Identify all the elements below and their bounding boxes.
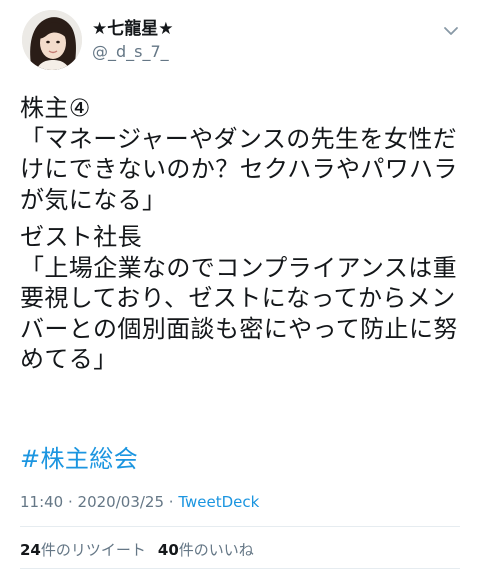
avatar[interactable] — [22, 10, 82, 70]
display-name[interactable]: ★七龍星★ — [92, 18, 173, 40]
divider — [20, 526, 460, 527]
tweet-header: ★七龍星★ @_d_s_7_ — [22, 10, 462, 70]
date-separator: · — [63, 493, 78, 511]
likes-count: 40 — [157, 541, 179, 559]
date-separator: · — [164, 493, 179, 511]
tweet-source-link[interactable]: TweetDeck — [178, 493, 259, 511]
hashtag-link[interactable]: #株主総会 — [20, 444, 138, 474]
chevron-down-icon[interactable] — [440, 20, 462, 42]
tweet-paragraph: 株主④ 「マネージャーやダンスの先生を女性だけにできないのか？セクハラやパワハラ… — [20, 94, 458, 214]
likes-label: 件のいいね — [178, 541, 254, 559]
tweet-date[interactable]: 2020/03/25 — [78, 493, 164, 511]
profile-photo-icon — [22, 10, 82, 70]
retweets-count: 24 — [20, 541, 41, 559]
divider — [20, 568, 460, 569]
retweets-label: 件のリツイート — [40, 541, 146, 559]
tweet-stats: 24件のリツイート 40件のいいね — [20, 540, 254, 560]
tweet-time: 11:40 — [20, 493, 64, 511]
tweet-paragraph: ゼスト社長 「上場企業なのでコンプライアンスは重要視しており、ゼストになってから… — [20, 223, 458, 373]
retweets-stat[interactable]: 24件のリツイート — [20, 541, 146, 559]
likes-stat[interactable]: 40件のいいね — [158, 541, 254, 559]
tweet-text: 株主④ 「マネージャーやダンスの先生を女性だけにできないのか？セクハラやパワハラ… — [20, 93, 470, 382]
tweet-metadata: 11:40 · 2020/03/25 · TweetDeck — [20, 492, 259, 512]
user-handle[interactable]: @_d_s_7_ — [92, 42, 173, 62]
author-info: ★七龍星★ @_d_s_7_ — [92, 18, 173, 62]
tweet-card: ★七龍星★ @_d_s_7_ 株主④ 「マネージャーやダンスの先生を女性だけにで… — [0, 0, 480, 570]
